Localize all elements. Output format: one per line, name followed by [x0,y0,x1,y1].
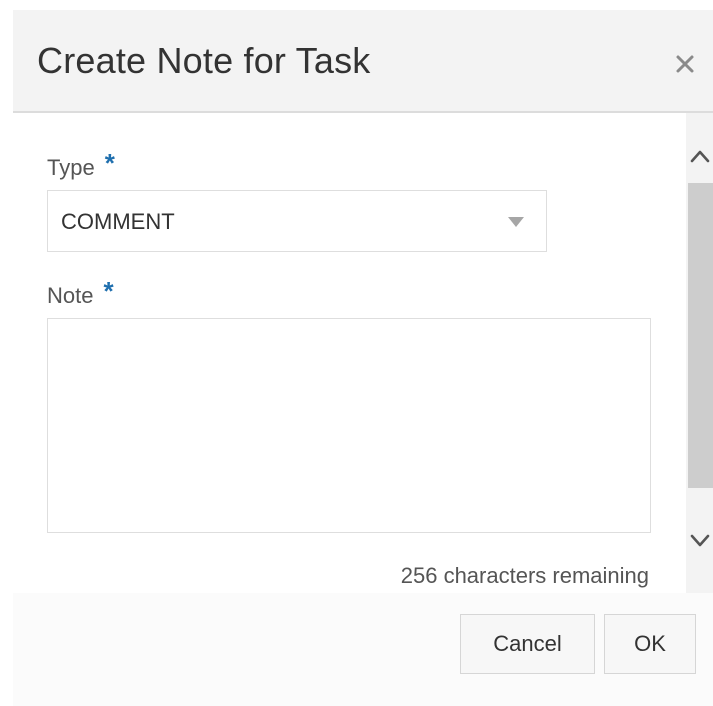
type-label-text: Type [47,155,95,180]
scroll-up-button[interactable] [686,139,713,173]
type-required-marker: * [104,148,115,178]
dialog-body: Type * COMMENT Note * 256 characters remai… [13,113,696,593]
ok-button[interactable]: OK [604,614,696,674]
caret-down-icon [508,217,524,227]
dialog-title: Create Note for Task [37,40,371,81]
dialog-header: Create Note for Task [13,10,713,113]
note-textarea[interactable] [47,318,651,533]
cancel-button[interactable]: Cancel [460,614,595,674]
characters-remaining: 256 characters remaining [400,563,649,588]
create-note-dialog: Create Note for Task Type * COMMENT Note *… [13,10,713,706]
note-required-marker: * [103,276,114,306]
chevron-up-icon [690,150,710,163]
type-select-value: COMMENT [61,209,175,234]
vertical-scrollbar[interactable] [686,113,713,593]
type-label: Type * [47,148,115,182]
scroll-down-button[interactable] [686,523,713,557]
close-icon [676,55,694,73]
chevron-down-icon [690,534,710,547]
note-label: Note * [47,276,114,310]
close-button[interactable] [667,46,703,82]
scrollbar-thumb[interactable] [688,183,713,488]
note-label-text: Note [47,283,94,308]
type-select[interactable]: COMMENT [47,190,547,252]
